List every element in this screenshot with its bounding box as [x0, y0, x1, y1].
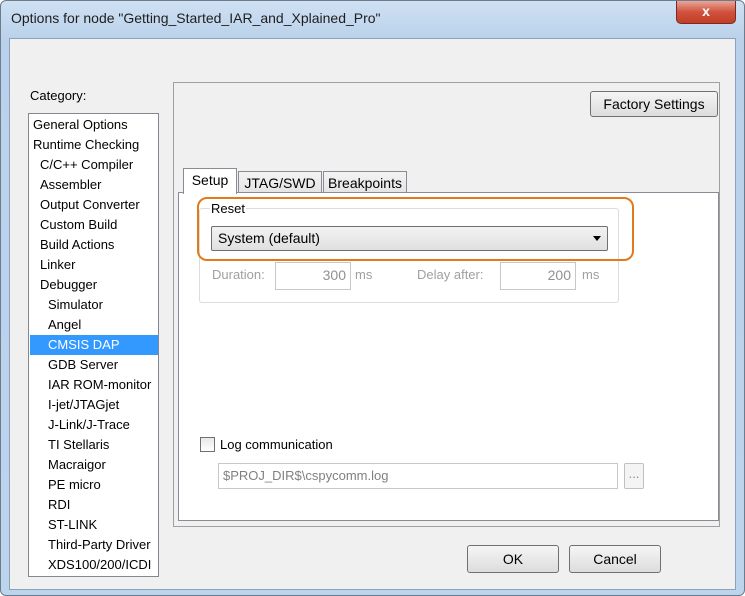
category-item-ijet[interactable]: I-jet/JTAGjet: [30, 395, 175, 415]
category-item-simulator[interactable]: Simulator: [30, 295, 175, 315]
category-item-macraigor[interactable]: Macraigor: [30, 455, 175, 475]
category-item-assembler[interactable]: Assembler: [30, 175, 167, 195]
category-item-runtime-checking[interactable]: Runtime Checking: [30, 135, 160, 155]
cancel-button[interactable]: Cancel: [569, 545, 661, 573]
tab-jtag-swd[interactable]: JTAG/SWD: [238, 171, 322, 194]
log-path-input[interactable]: $PROJ_DIR$\cspycomm.log: [218, 463, 618, 489]
factory-settings-button[interactable]: Factory Settings: [590, 91, 718, 117]
category-item-linker[interactable]: Linker: [30, 255, 167, 275]
ok-button[interactable]: OK: [467, 545, 559, 573]
duration-value: 300: [322, 267, 346, 283]
duration-input[interactable]: 300: [275, 262, 351, 290]
log-communication-label: Log communication: [220, 437, 333, 452]
category-item-custom-build[interactable]: Custom Build: [30, 215, 167, 235]
reset-dropdown[interactable]: System (default): [211, 226, 608, 251]
delay-value: 200: [547, 267, 571, 283]
category-item-debugger[interactable]: Debugger: [30, 275, 167, 295]
category-item-iar-rom-monitor[interactable]: IAR ROM-monitor: [30, 375, 175, 395]
category-item-xds100[interactable]: XDS100/200/ICDI: [30, 555, 175, 575]
category-item-build-actions[interactable]: Build Actions: [30, 235, 167, 255]
category-list[interactable]: General Options Runtime Checking C/C++ C…: [28, 113, 159, 577]
delay-unit: ms: [582, 267, 600, 282]
category-item-gdb-server[interactable]: GDB Server: [30, 355, 175, 375]
reset-label: Reset: [210, 201, 246, 216]
log-communication-checkbox[interactable]: [200, 437, 215, 452]
close-button[interactable]: x: [676, 1, 736, 24]
category-item-angel[interactable]: Angel: [30, 315, 175, 335]
duration-unit: ms: [355, 267, 373, 282]
category-item-st-link[interactable]: ST-LINK: [30, 515, 175, 535]
tab-breakpoints[interactable]: Breakpoints: [323, 171, 407, 194]
category-item-jlink[interactable]: J-Link/J-Trace: [30, 415, 175, 435]
delay-label: Delay after:: [417, 267, 484, 282]
dialog-title: Options for node "Getting_Started_IAR_an…: [11, 10, 381, 26]
category-item-pe-micro[interactable]: PE micro: [30, 475, 175, 495]
reset-dropdown-value: System (default): [218, 230, 320, 246]
tab-setup[interactable]: Setup: [183, 168, 237, 194]
category-item-general-options[interactable]: General Options: [30, 115, 160, 135]
category-item-third-party-driver[interactable]: Third-Party Driver: [30, 535, 175, 555]
category-item-rdi[interactable]: RDI: [30, 495, 175, 515]
category-item-cmsis-dap[interactable]: CMSIS DAP: [30, 335, 158, 355]
category-item-ti-stellaris[interactable]: TI Stellaris: [30, 435, 175, 455]
category-label: Category:: [30, 88, 87, 103]
duration-label: Duration:: [212, 267, 265, 282]
category-item-compiler[interactable]: C/C++ Compiler: [30, 155, 167, 175]
log-path-value: $PROJ_DIR$\cspycomm.log: [223, 468, 389, 483]
chevron-down-icon: [593, 236, 601, 241]
browse-button[interactable]: ...: [624, 463, 644, 489]
delay-input[interactable]: 200: [500, 262, 576, 290]
close-icon: x: [702, 3, 710, 19]
category-item-output-converter[interactable]: Output Converter: [30, 195, 167, 215]
